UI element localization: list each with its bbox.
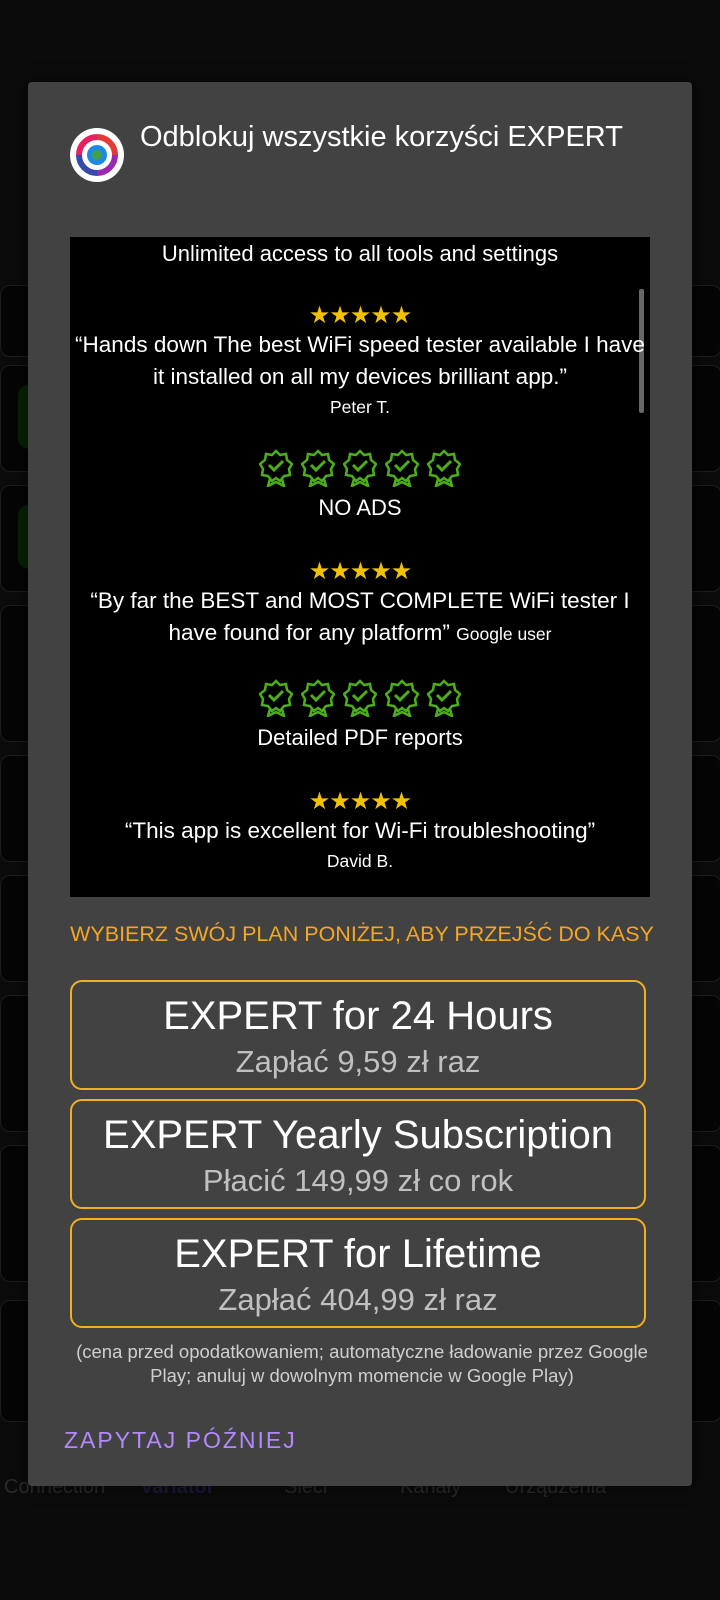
plan-24-hours-button[interactable]: EXPERT for 24 Hours Zapłać 9,59 zł raz xyxy=(70,980,646,1090)
pricing-disclaimer: (cena przed opodatkowaniem; automatyczne… xyxy=(76,1341,648,1386)
upgrade-dialog: Odblokuj wszystkie korzyści EXPERT Unlim… xyxy=(28,82,692,1486)
features-panel[interactable]: Unlimited access to all tools and settin… xyxy=(70,237,650,897)
review-quote: “By far the BEST and MOST COMPLETE WiFi … xyxy=(70,585,650,650)
review-quote: “This app is excellent for Wi-Fi trouble… xyxy=(124,818,596,843)
review-author: Peter T. xyxy=(330,397,390,417)
plan-price: Płacić 149,99 zł co rok xyxy=(202,1163,514,1198)
choose-plan-heading: WYBIERZ SWÓJ PLAN PONIŻEJ, ABY PRZEJŚĆ D… xyxy=(70,922,654,946)
rating-stars: ★★★★★ xyxy=(308,558,413,585)
ask-later-button[interactable]: ZAPYTAJ PÓŹNIEJ xyxy=(64,1427,297,1454)
dialog-title: Odblokuj wszystkie korzyści EXPERT xyxy=(140,121,623,153)
review-author: David B. xyxy=(326,851,394,871)
award-badge-icon xyxy=(343,449,377,487)
plan-price: Zapłać 404,99 zł raz xyxy=(218,1282,498,1317)
award-badge-icon xyxy=(343,679,377,717)
plan-lifetime-button[interactable]: EXPERT for Lifetime Zapłać 404,99 zł raz xyxy=(70,1218,646,1328)
award-badge-icon xyxy=(301,449,335,487)
plan-name: EXPERT for 24 Hours xyxy=(163,994,553,1038)
features-headline: Unlimited access to all tools and settin… xyxy=(161,241,559,266)
award-badge-icon xyxy=(427,679,461,717)
award-badge-icon xyxy=(259,449,293,487)
award-badge-icon xyxy=(259,679,293,717)
feature-pdf-reports: Detailed PDF reports xyxy=(257,725,463,750)
award-badge-icon xyxy=(385,449,419,487)
award-badge-icon xyxy=(427,449,461,487)
app-logo-icon xyxy=(70,128,124,182)
award-badge-icon xyxy=(385,679,419,717)
award-badge-icon xyxy=(301,679,335,717)
feature-no-ads: NO ADS xyxy=(318,495,402,520)
plan-price: Zapłać 9,59 zł raz xyxy=(235,1044,481,1079)
badge-row xyxy=(70,449,650,487)
rating-stars: ★★★★★ xyxy=(308,788,413,815)
review-quote: “Hands down The best WiFi speed tester a… xyxy=(75,332,645,389)
plan-name: EXPERT for Lifetime xyxy=(174,1232,542,1276)
review-author: Google user xyxy=(456,624,552,644)
badge-row xyxy=(70,679,650,717)
rating-stars: ★★★★★ xyxy=(308,302,413,329)
plan-name: EXPERT Yearly Subscription xyxy=(103,1113,613,1157)
plan-yearly-button[interactable]: EXPERT Yearly Subscription Płacić 149,99… xyxy=(70,1099,646,1209)
